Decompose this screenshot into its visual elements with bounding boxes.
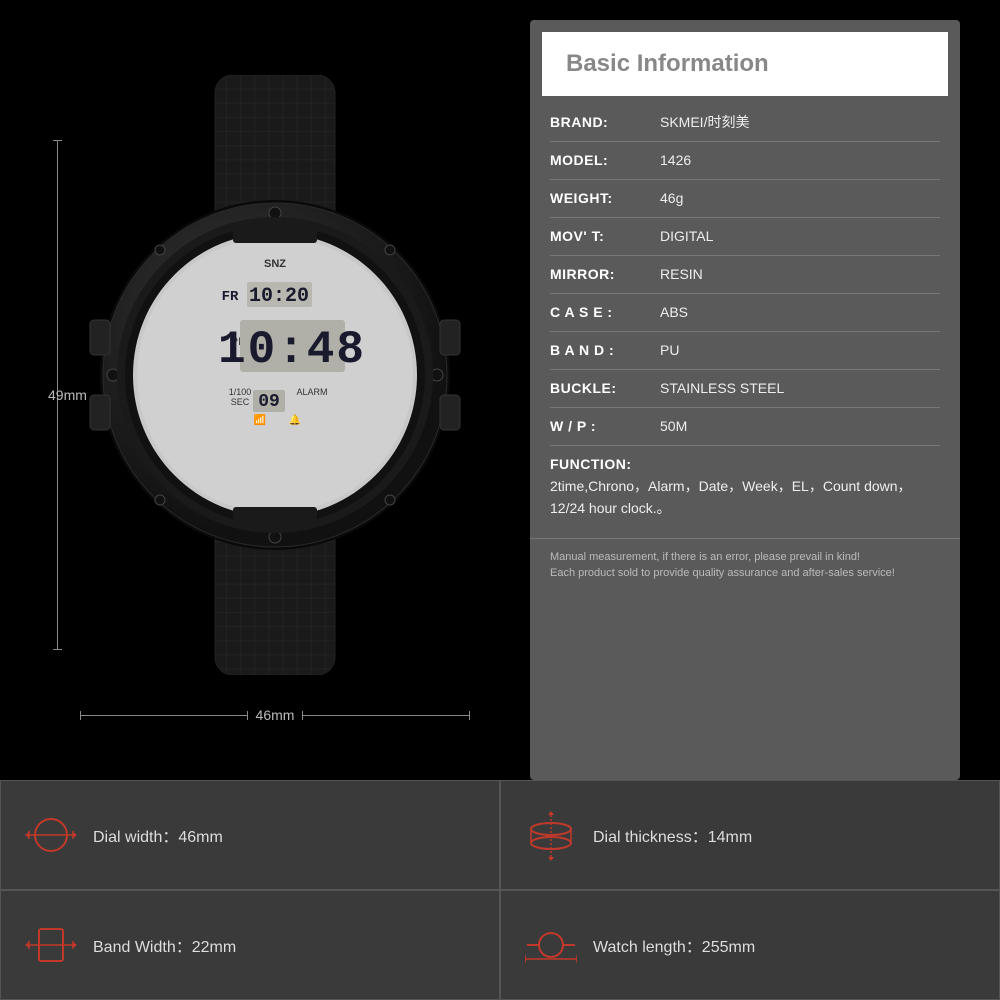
movt-key: MOV' T: <box>550 226 660 247</box>
dial-width-text: Dial width：46mm <box>93 823 223 847</box>
model-key: MODEL: <box>550 150 660 171</box>
dial-thickness-icon <box>525 809 577 861</box>
case-val: ABS <box>660 302 940 323</box>
dial-thickness-value: 14mm <box>708 829 752 846</box>
weight-row: WEIGHT: 46g <box>550 180 940 218</box>
model-row: MODEL: 1426 <box>550 142 940 180</box>
brand-val: SKMEI/时刻美 <box>660 112 940 133</box>
band-width-cell: Band Width：22mm <box>0 890 500 1000</box>
svg-text:FR: FR <box>222 289 239 305</box>
bottom-bar: Dial width：46mm Dial thickness：14mm <box>0 780 1000 1000</box>
svg-text:📶: 📶 <box>254 413 266 426</box>
width-label: 46mm <box>248 707 303 723</box>
case-key: C A S E : <box>550 302 660 323</box>
info-rows: BRAND: SKMEI/时刻美 MODEL: 1426 WEIGHT: 46g… <box>530 96 960 538</box>
svg-text:SEC: SEC <box>231 397 250 407</box>
wp-key: W / P : <box>550 416 660 437</box>
buckle-key: BUCKLE: <box>550 378 660 399</box>
band-val: PU <box>660 340 940 361</box>
dial-width-icon <box>25 809 77 861</box>
brand-row: BRAND: SKMEI/时刻美 <box>550 104 940 142</box>
band-width-label: Band Width： <box>93 939 192 956</box>
info-panel: Basic Information BRAND: SKMEI/时刻美 MODEL… <box>530 20 960 780</box>
function-val: 2time,Chrono，Alarm，Date，Week，EL，Count do… <box>550 475 940 520</box>
wp-row: W / P : 50M <box>550 408 940 446</box>
info-title-bar: Basic Information <box>542 32 948 96</box>
case-row: C A S E : ABS <box>550 294 940 332</box>
band-row: B A N D : PU <box>550 332 940 370</box>
dial-width-cell: Dial width：46mm <box>0 780 500 890</box>
brand-key: BRAND: <box>550 112 660 133</box>
watch-image: SNZ FR 10:20 PM 10:48 1/100 SEC 09 ALARM <box>60 50 490 700</box>
dial-width-value: 46mm <box>178 829 222 846</box>
buckle-val: STAINLESS STEEL <box>660 378 940 399</box>
model-val: 1426 <box>660 150 940 171</box>
weight-key: WEIGHT: <box>550 188 660 209</box>
svg-text:SNZ: SNZ <box>264 258 286 270</box>
band-width-value: 22mm <box>192 939 236 956</box>
watch-length-cell: Watch length：255mm <box>500 890 1000 1000</box>
band-width-text: Band Width：22mm <box>93 933 236 957</box>
note-line1: Manual measurement, if there is an error… <box>550 549 940 566</box>
watch-length-value: 255mm <box>702 939 755 956</box>
band-width-icon <box>25 919 77 971</box>
movt-val: DIGITAL <box>660 226 940 247</box>
weight-val: 46g <box>660 188 940 209</box>
watch-area: 49mm <box>0 0 530 780</box>
svg-text:ALARM: ALARM <box>296 387 327 397</box>
dial-thickness-cell: Dial thickness：14mm <box>500 780 1000 890</box>
mirror-key: MIRROR: <box>550 264 660 285</box>
function-row: FUNCTION: 2time,Chrono，Alarm，Date，Week，E… <box>550 446 940 528</box>
wp-val: 50M <box>660 416 940 437</box>
dial-thickness-text: Dial thickness：14mm <box>593 823 752 847</box>
watch-length-text: Watch length：255mm <box>593 933 755 957</box>
width-dimension: 46mm <box>80 705 470 725</box>
band-key: B A N D : <box>550 340 660 361</box>
mirror-val: RESIN <box>660 264 940 285</box>
watch-length-label: Watch length： <box>593 939 702 956</box>
svg-text:10:48: 10:48 <box>218 324 366 376</box>
mirror-row: MIRROR: RESIN <box>550 256 940 294</box>
info-note: Manual measurement, if there is an error… <box>530 538 960 594</box>
svg-text:09: 09 <box>258 392 280 412</box>
watch-length-icon <box>525 919 577 971</box>
note-line2: Each product sold to provide quality ass… <box>550 565 940 582</box>
dial-thickness-label: Dial thickness： <box>593 829 708 846</box>
svg-text:🔔: 🔔 <box>289 414 301 426</box>
movt-row: MOV' T: DIGITAL <box>550 218 940 256</box>
dial-width-label: Dial width： <box>93 829 178 846</box>
function-key: FUNCTION: <box>550 454 660 475</box>
svg-text:10:20: 10:20 <box>249 285 309 308</box>
info-title: Basic Information <box>566 50 769 77</box>
svg-text:1/100: 1/100 <box>229 387 252 397</box>
buckle-row: BUCKLE: STAINLESS STEEL <box>550 370 940 408</box>
